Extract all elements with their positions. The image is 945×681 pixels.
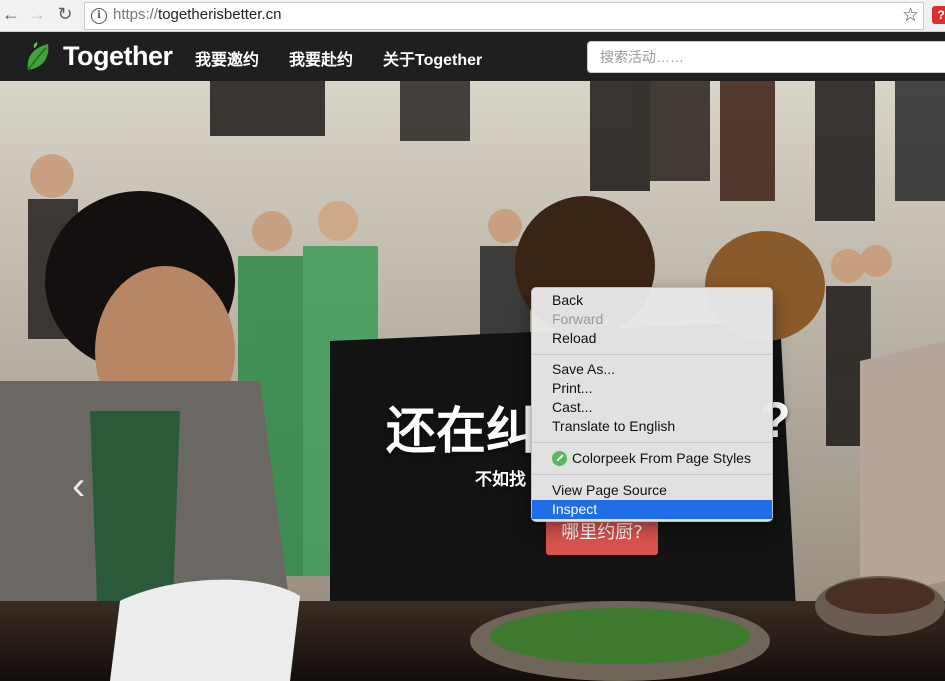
reload-icon[interactable]: ↻ (54, 3, 76, 25)
search-input[interactable] (587, 41, 945, 73)
brand-title[interactable]: Together (63, 41, 173, 72)
address-bar[interactable]: i https://togetherisbetter.cn ☆ (84, 2, 924, 30)
bookmark-star-icon[interactable]: ☆ (902, 4, 919, 27)
browser-toolbar: ← → ↻ i https://togetherisbetter.cn ☆ ? (0, 0, 945, 32)
back-arrow-icon[interactable]: ← (0, 3, 22, 25)
menu-item-save-as[interactable]: Save As... (532, 360, 772, 379)
colorpeek-icon (552, 451, 567, 466)
menu-item-print[interactable]: Print... (532, 379, 772, 398)
menu-item-cast[interactable]: Cast... (532, 398, 772, 417)
info-icon[interactable]: i (91, 8, 107, 24)
url-scheme: https:// (113, 6, 159, 23)
menu-separator (532, 354, 772, 355)
nav-link-invite[interactable]: 我要邀约 (195, 46, 259, 70)
menu-item-inspect[interactable]: Inspect (532, 500, 772, 519)
menu-item-forward[interactable]: Forward (532, 310, 772, 329)
menu-item-colorpeek-label: Colorpeek From Page Styles (572, 450, 751, 466)
hero-photo (0, 81, 945, 681)
menu-item-reload[interactable]: Reload (532, 329, 772, 348)
forward-arrow-icon[interactable]: → (26, 3, 48, 25)
url-text[interactable]: https://togetherisbetter.cn (113, 6, 281, 23)
extension-icon[interactable]: ? (932, 6, 945, 24)
leaf-logo-icon[interactable] (24, 42, 52, 72)
menu-separator (532, 442, 772, 443)
hero-subline: 不如找 (475, 470, 526, 490)
carousel-prev-icon[interactable]: ‹ (72, 466, 85, 506)
hero-carousel: ‹ 还在纠 ? 不如找 哪里约厨? (0, 81, 945, 681)
menu-item-back[interactable]: Back (532, 291, 772, 310)
nav-link-about[interactable]: 关于Together (383, 46, 482, 70)
menu-separator (532, 474, 772, 475)
nav-link-attend[interactable]: 我要赴约 (289, 46, 353, 70)
site-navbar: Together 我要邀约 我要赴约 关于Together (0, 32, 945, 81)
hero-headline: 还在纠 (386, 402, 536, 460)
menu-item-translate[interactable]: Translate to English (532, 417, 772, 436)
url-host: togetherisbetter.cn (158, 6, 282, 23)
menu-item-colorpeek[interactable]: Colorpeek From Page Styles (532, 449, 772, 468)
menu-item-view-source[interactable]: View Page Source (532, 481, 772, 500)
context-menu: Back Forward Reload Save As... Print... … (531, 287, 773, 522)
